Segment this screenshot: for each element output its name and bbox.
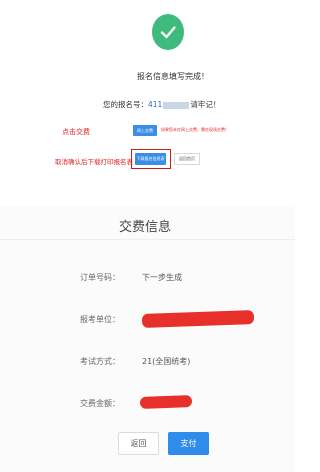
download-annotation: 取消确认后下载打印报名表 [55,158,133,166]
download-form-button[interactable]: 下载报名信息表 [135,153,166,165]
success-check-icon [152,14,184,50]
order-number-label: 订单号码： [80,273,120,282]
section-divider [0,200,295,207]
pay-note: 如果您未在网上交费，需在现场交费！ [161,127,229,132]
title-divider [0,239,295,240]
back-home-button[interactable]: 返回首页 [174,153,200,165]
regno-prefix: 您的报名号： [103,100,148,109]
completion-message: 报名信息填写完成！ [137,72,209,81]
exam-method-label: 考试方式： [80,357,120,366]
payment-amount-redaction [139,395,193,409]
registration-number: 411 [148,100,163,109]
order-number-value: 下一步生成 [142,273,182,282]
registration-number-line: 您的报名号：411 请牢记！ [103,99,220,110]
apply-unit-label: 报考单位： [80,315,120,324]
back-button[interactable]: 返回 [118,432,159,455]
regno-suffix: 请牢记！ [190,100,221,109]
payment-amount-label: 交费金额： [80,399,120,408]
exam-method-value: 21(全国统考) [142,357,191,366]
regno-redaction [163,101,190,109]
pay-online-button[interactable]: 网上交费 [133,125,157,136]
pay-button[interactable]: 支付 [168,432,209,455]
pay-annotation: 点击交费 [62,128,90,136]
payment-section-title: 交费信息 [119,220,172,235]
